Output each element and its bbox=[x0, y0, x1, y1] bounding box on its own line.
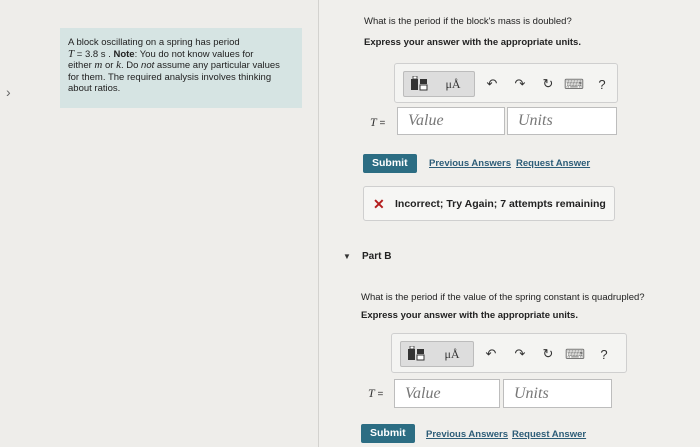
incorrect-x-icon: ✕ bbox=[373, 196, 385, 212]
undo-icon[interactable]: ↶ bbox=[483, 75, 501, 93]
part-b-eq-sign: = bbox=[374, 389, 384, 400]
note-line-4: for them. The required analysis involves… bbox=[68, 71, 272, 83]
note-line-3: either m or k. Do not assume any particu… bbox=[68, 59, 294, 72]
redo-icon[interactable]: ↷ bbox=[511, 345, 529, 363]
expand-chevron-icon[interactable]: › bbox=[6, 84, 11, 100]
note-text-c: assume any particular values bbox=[154, 60, 280, 71]
note-text-a: either bbox=[68, 60, 95, 71]
part-a-value-input[interactable] bbox=[397, 107, 505, 135]
reset-icon[interactable]: ↻ bbox=[539, 75, 557, 93]
part-a-question: What is the period if the block's mass i… bbox=[364, 16, 572, 27]
part-a-eq-label: T = bbox=[370, 115, 385, 130]
note-line-5: about ratios. bbox=[68, 83, 121, 94]
units-mu-button[interactable]: μÅ bbox=[442, 73, 464, 95]
part-a-eq-var: T bbox=[370, 115, 377, 129]
part-b-toolbar: μÅ ↶ ↷ ↻ ⌨ ? bbox=[391, 333, 627, 373]
part-b-request-answer-link[interactable]: Request Answer bbox=[512, 429, 586, 440]
part-a-template-group: μÅ bbox=[403, 71, 475, 97]
part-b-label[interactable]: Part B bbox=[362, 251, 391, 262]
help-icon[interactable]: ? bbox=[595, 345, 613, 363]
part-a-toolbar: μÅ ↶ ↷ ↻ ⌨ ? bbox=[394, 63, 618, 103]
note-text: : You do not know values for bbox=[134, 48, 254, 60]
part-a-previous-answers-link[interactable]: Previous Answers bbox=[429, 158, 511, 169]
part-b-eq-var: T bbox=[368, 386, 375, 400]
part-b-previous-answers-link[interactable]: Previous Answers bbox=[426, 429, 508, 440]
part-a-request-answer-link[interactable]: Request Answer bbox=[516, 158, 590, 169]
feedback-message: Incorrect; Try Again; 7 attempts remaini… bbox=[395, 198, 606, 210]
redo-icon[interactable]: ↷ bbox=[511, 75, 529, 93]
problem-statement: A block oscillating on a spring has peri… bbox=[60, 28, 302, 108]
part-b-value-input[interactable] bbox=[394, 379, 500, 408]
period-value: = 3.8 s . bbox=[74, 48, 114, 60]
part-b-eq-label: T = bbox=[368, 386, 383, 401]
part-a-instruction: Express your answer with the appropriate… bbox=[364, 37, 581, 48]
reset-icon[interactable]: ↻ bbox=[539, 345, 557, 363]
part-b-instruction: Express your answer with the appropriate… bbox=[361, 310, 578, 321]
part-a-submit-button[interactable]: Submit bbox=[363, 154, 417, 173]
templates-icon[interactable] bbox=[408, 73, 430, 95]
part-a-feedback: ✕ Incorrect; Try Again; 7 attempts remai… bbox=[363, 186, 615, 221]
part-b-template-group: μÅ bbox=[400, 341, 474, 367]
note-text-b: . Do bbox=[120, 60, 142, 71]
note-or: or bbox=[102, 60, 117, 71]
part-a-eq-sign: = bbox=[376, 118, 386, 129]
undo-icon[interactable]: ↶ bbox=[482, 345, 500, 363]
part-b-caret-icon[interactable]: ▼ bbox=[343, 252, 351, 261]
help-icon[interactable]: ? bbox=[593, 75, 611, 93]
keyboard-icon[interactable]: ⌨ bbox=[564, 75, 584, 93]
note-label: Note bbox=[113, 48, 135, 60]
note-line-1: A block oscillating on a spring has peri… bbox=[68, 37, 240, 48]
part-b-units-input[interactable] bbox=[503, 379, 612, 408]
part-a-units-input[interactable] bbox=[507, 107, 617, 135]
note-not: not bbox=[141, 60, 155, 71]
keyboard-icon[interactable]: ⌨ bbox=[565, 345, 585, 363]
part-b-question: What is the period if the value of the s… bbox=[361, 292, 645, 303]
templates-icon[interactable] bbox=[405, 343, 427, 365]
units-mu-button[interactable]: μÅ bbox=[441, 343, 463, 365]
part-b-submit-button[interactable]: Submit bbox=[361, 424, 415, 443]
